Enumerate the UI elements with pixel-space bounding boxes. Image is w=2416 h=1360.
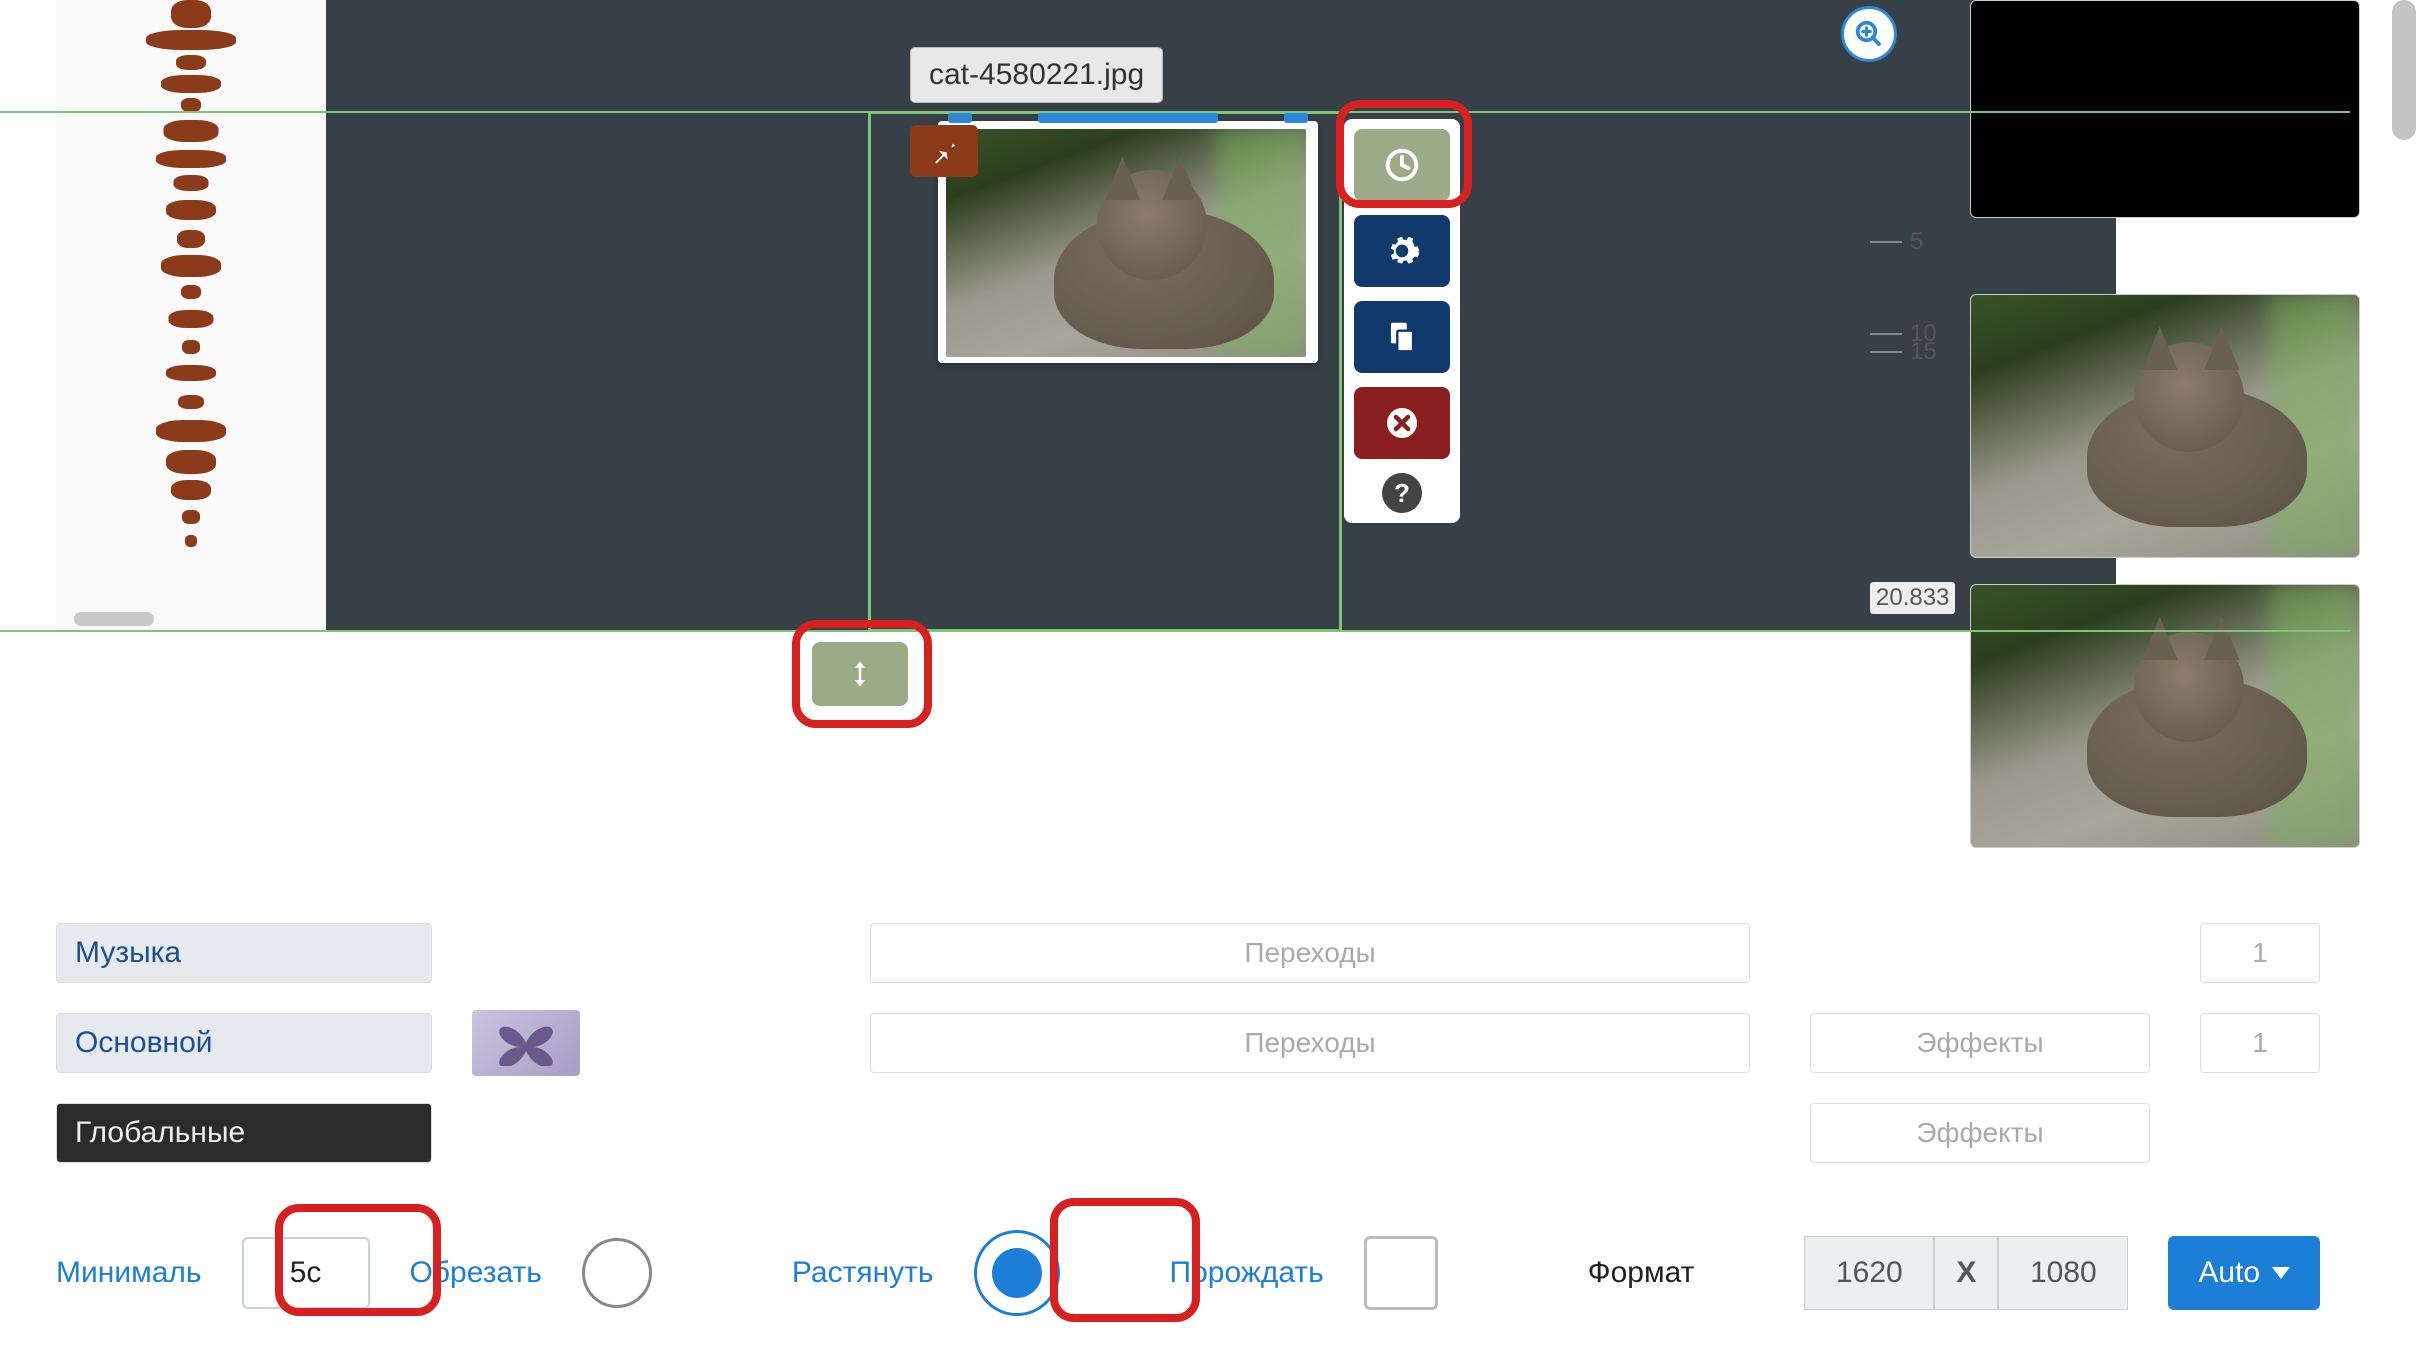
butterfly-thumb[interactable] [472, 1010, 580, 1076]
transitions-count-1[interactable] [2200, 923, 2320, 983]
timing-button[interactable] [1354, 129, 1450, 201]
auto-label: Auto [2198, 1256, 2260, 1290]
clip-grip-right[interactable] [1284, 113, 1308, 123]
crop-radio[interactable] [582, 1238, 652, 1308]
format-auto-button[interactable]: Auto [2168, 1236, 2320, 1310]
filename-tooltip: cat-4580221.jpg [910, 47, 1163, 103]
delete-button[interactable] [1354, 387, 1450, 459]
minimal-label: Минималь [56, 1256, 202, 1290]
layer-music[interactable]: Музыка [56, 923, 432, 983]
format-x: X [1934, 1236, 1998, 1310]
transitions-button-2[interactable]: Переходы [870, 1013, 1750, 1073]
clip-card[interactable] [938, 121, 1318, 363]
pin-icon [929, 136, 959, 166]
marker-20833: 20.833 [1870, 582, 1955, 614]
scrollbar-horizontal[interactable] [74, 612, 154, 626]
spawn-label: Порождать [1170, 1256, 1324, 1290]
gear-icon [1383, 232, 1421, 270]
layer-global-label: Глобальные [75, 1116, 245, 1150]
crop-label: Обрезать [410, 1256, 542, 1290]
transitions-label-1: Переходы [1244, 937, 1375, 969]
thumbnail-black[interactable] [1970, 0, 2360, 218]
copy-button[interactable] [1354, 301, 1450, 373]
format-label: Формат [1588, 1256, 1695, 1290]
zoom-in-button[interactable] [1841, 6, 1897, 62]
controls-panel: Музыка Переходы Основной Переходы Эффект… [56, 920, 2360, 1190]
scrollbar-vertical[interactable] [2392, 0, 2416, 140]
marker-15: 15 [1910, 338, 1937, 366]
minimal-input[interactable] [242, 1237, 370, 1309]
caret-down-icon [2272, 1267, 2290, 1279]
thumbnail-cat-1[interactable] [1970, 294, 2360, 558]
effects-button-1[interactable]: Эффекты [1810, 1013, 2150, 1073]
zoom-in-icon [1854, 19, 1884, 49]
layer-music-label: Музыка [75, 936, 181, 970]
layer-main-label: Основной [75, 1026, 213, 1060]
help-icon: ? [1394, 478, 1410, 509]
layer-global[interactable]: Глобальные [56, 1103, 432, 1163]
clip-thumbnail [946, 129, 1306, 357]
pin-button[interactable] [910, 125, 978, 177]
copy-icon [1383, 318, 1421, 356]
transitions-button-1[interactable]: Переходы [870, 923, 1750, 983]
effects-button-2[interactable]: Эффекты [1810, 1103, 2150, 1163]
arrows-vertical-icon [845, 656, 875, 692]
waveform-panel [56, 0, 326, 632]
thumbnail-cat-2[interactable] [1970, 584, 2360, 848]
help-button[interactable]: ? [1382, 473, 1422, 513]
delete-icon [1384, 405, 1420, 441]
stretch-radio[interactable] [974, 1230, 1060, 1316]
transitions-count-2[interactable] [2200, 1013, 2320, 1073]
format-width[interactable] [1804, 1236, 1934, 1310]
effects-label-1: Эффекты [1916, 1027, 2043, 1059]
clip-toolbox: ? [1344, 119, 1460, 523]
format-height[interactable] [1998, 1236, 2128, 1310]
stretch-handle[interactable] [812, 642, 908, 706]
filename-text: cat-4580221.jpg [929, 58, 1144, 91]
clip-grip-left[interactable] [948, 113, 972, 123]
thumbnail-column: 5 10 15 20.833 [1870, 0, 2360, 848]
bottom-settings: Минималь Обрезать Растянуть Порождать Фо… [56, 1230, 2360, 1316]
marker-5: 5 [1910, 228, 1923, 256]
transitions-label-2: Переходы [1244, 1027, 1375, 1059]
spawn-checkbox[interactable] [1364, 1236, 1438, 1310]
clock-icon [1383, 146, 1421, 184]
audio-waveform [121, 0, 261, 570]
clip-top-handle[interactable] [1038, 113, 1218, 123]
effects-label-2: Эффекты [1916, 1117, 2043, 1149]
butterfly-icon [496, 1020, 556, 1066]
layer-main[interactable]: Основной [56, 1013, 432, 1073]
stretch-label: Растянуть [792, 1256, 934, 1290]
settings-button[interactable] [1354, 215, 1450, 287]
